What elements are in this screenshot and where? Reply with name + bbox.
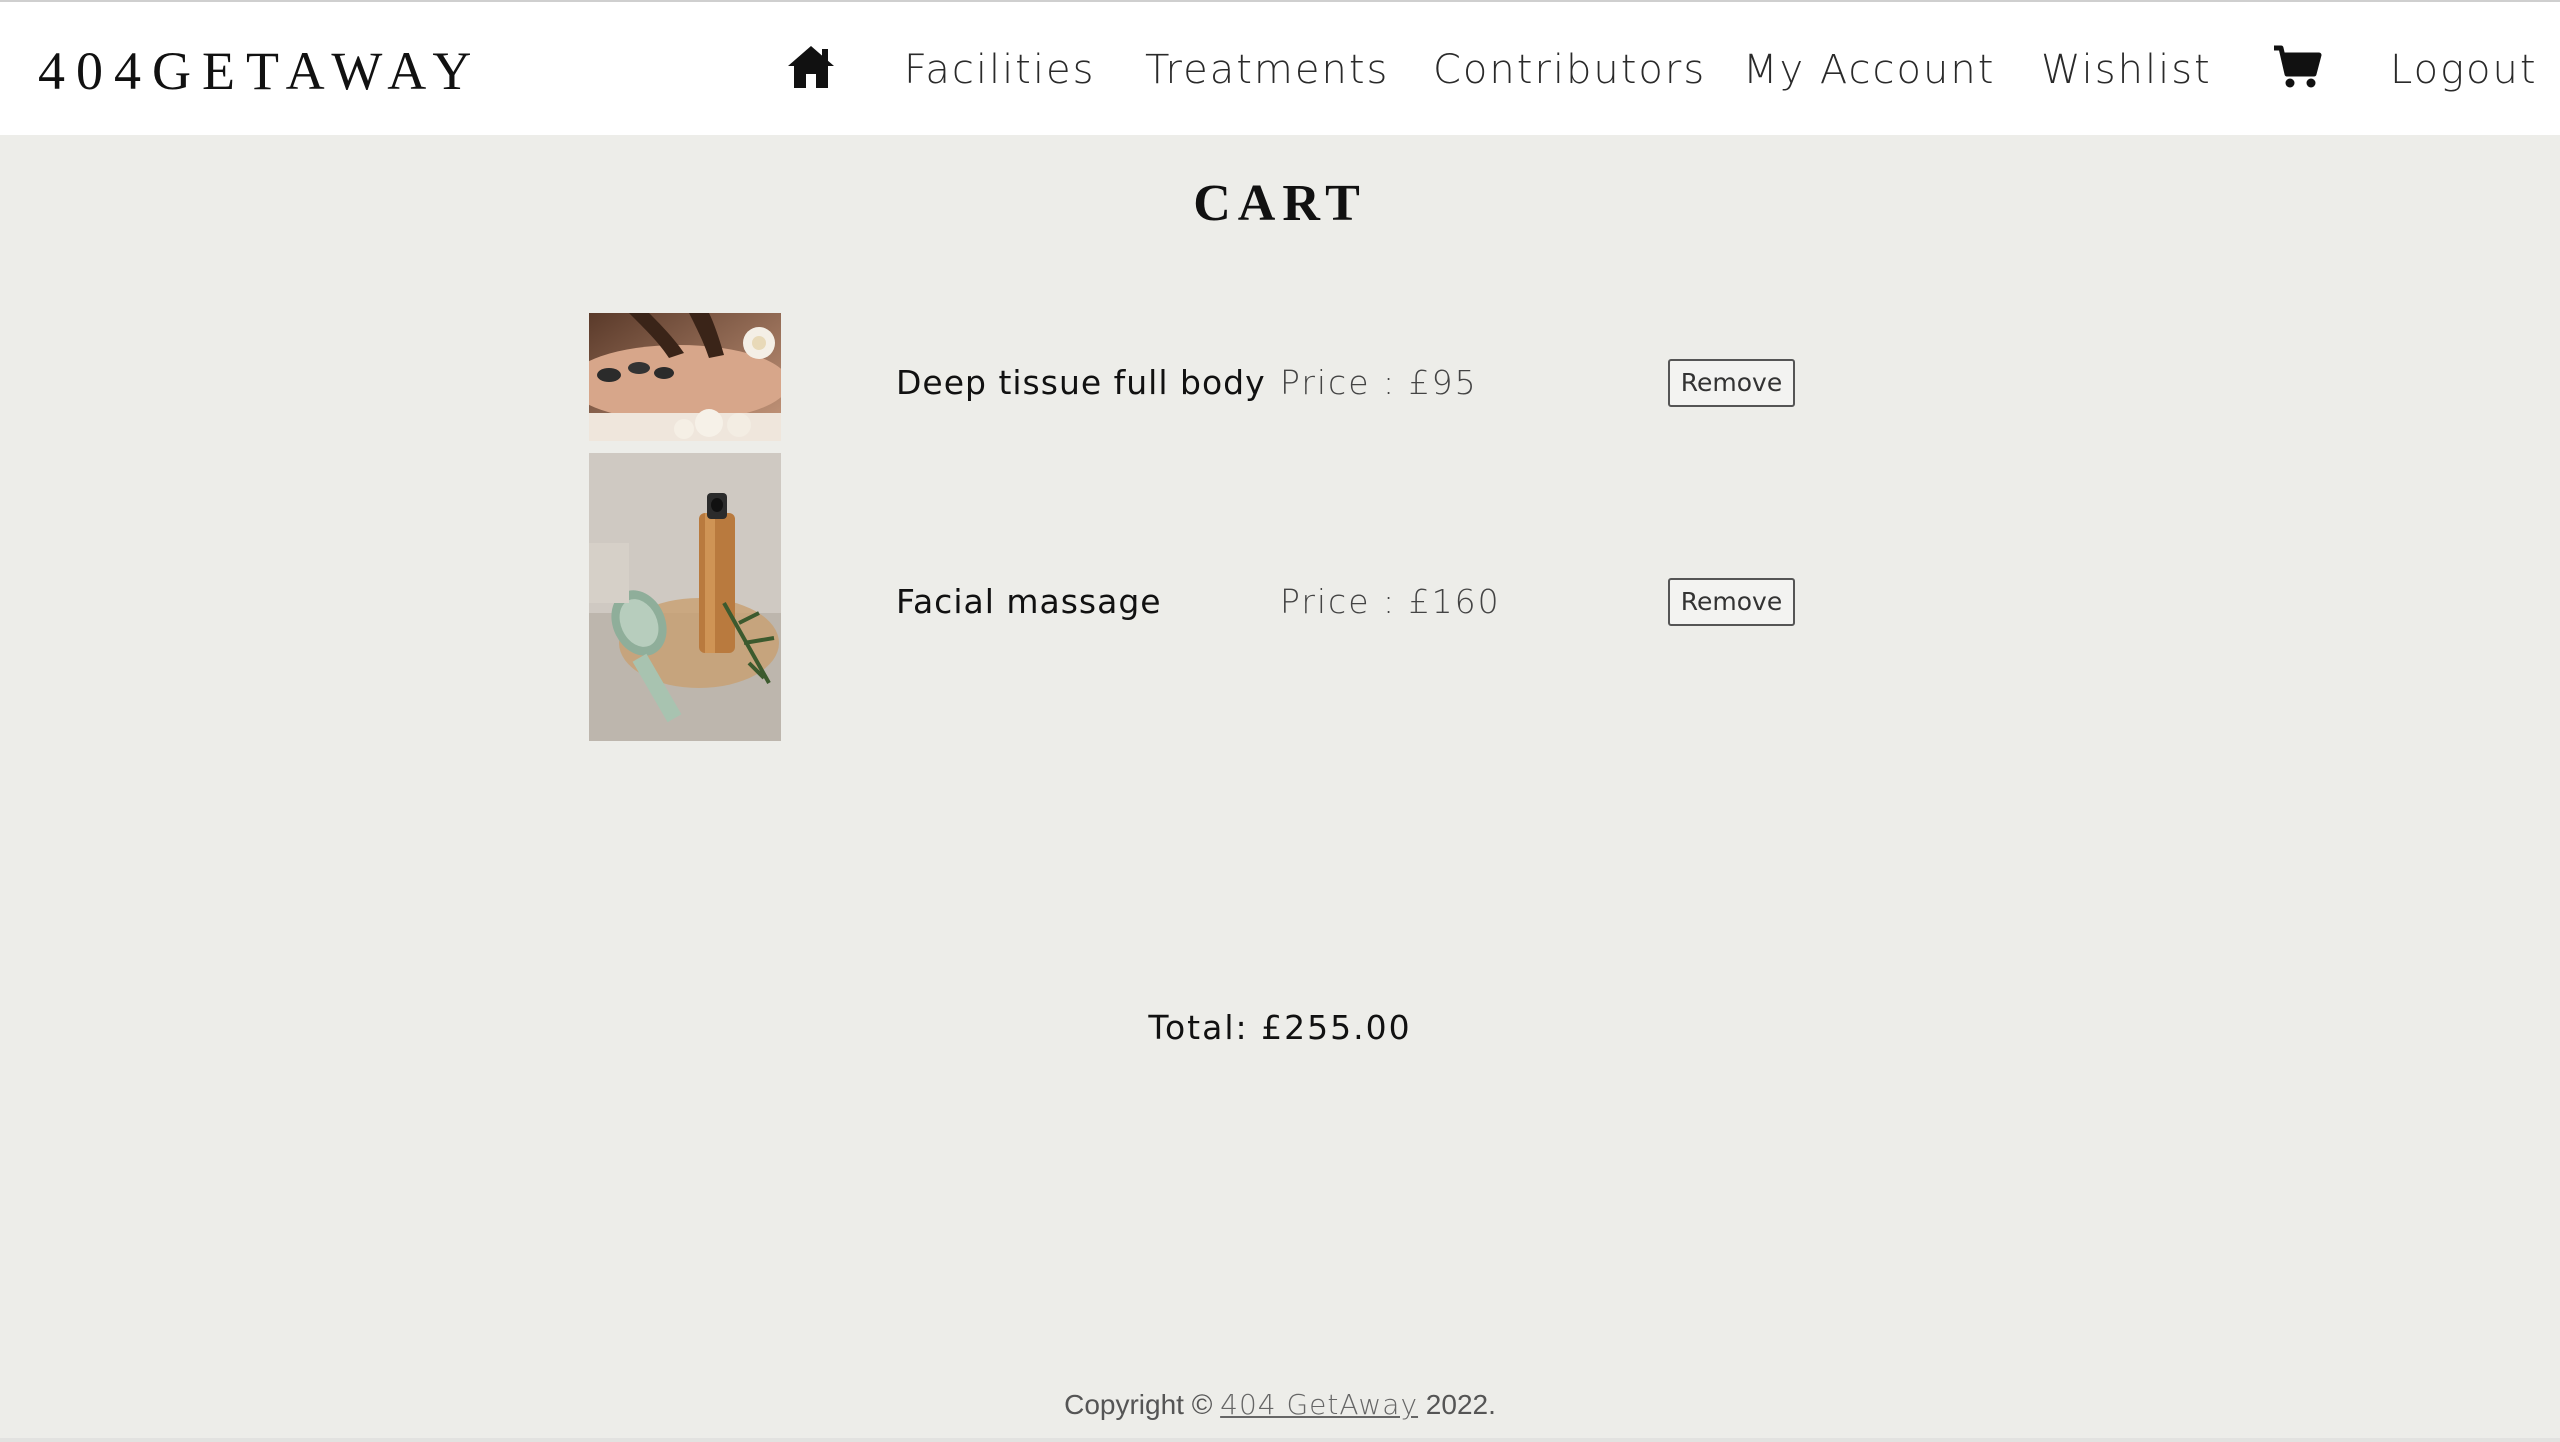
footer-divider [0, 1438, 2560, 1442]
remove-button[interactable]: Remove [1668, 359, 1795, 407]
nav-treatments[interactable]: Treatments [1145, 42, 1389, 98]
page-title: CART [1193, 175, 1367, 232]
top-navbar: 404GETAWAY Facilities Treatments Contrib… [0, 0, 2560, 135]
cart-total: Total: £255.00 [1148, 1008, 1412, 1047]
nav-logout[interactable]: Logout [2390, 42, 2538, 98]
home-icon[interactable] [786, 44, 836, 90]
footer: Copyright © 404 GetAway 2022. [0, 1385, 2560, 1425]
jade-roller-facial-photo [589, 453, 781, 741]
hot-stone-massage-photo [589, 313, 781, 441]
cart-item-name: Deep tissue full body [896, 363, 1266, 402]
footer-copyright-prefix: Copyright © [1064, 1389, 1221, 1420]
brand-logo[interactable]: 404GETAWAY [38, 40, 482, 102]
cart-icon[interactable] [2272, 44, 2322, 90]
remove-button[interactable]: Remove [1668, 578, 1795, 626]
nav-facilities[interactable]: Facilities [904, 42, 1095, 98]
cart-item-price: Price : £95 [1280, 363, 1478, 402]
footer-year: 2022. [1418, 1389, 1496, 1420]
cart-page: 404GETAWAY Facilities Treatments Contrib… [0, 0, 2560, 1442]
cart-item-price: Price : £160 [1280, 582, 1501, 621]
nav-my-account[interactable]: My Account [1743, 42, 1995, 98]
footer-link[interactable]: 404 GetAway [1220, 1388, 1418, 1421]
nav-wishlist[interactable]: Wishlist [2041, 42, 2212, 98]
nav-contributors[interactable]: Contributors [1433, 42, 1706, 98]
cart-item-name: Facial massage [896, 582, 1162, 621]
